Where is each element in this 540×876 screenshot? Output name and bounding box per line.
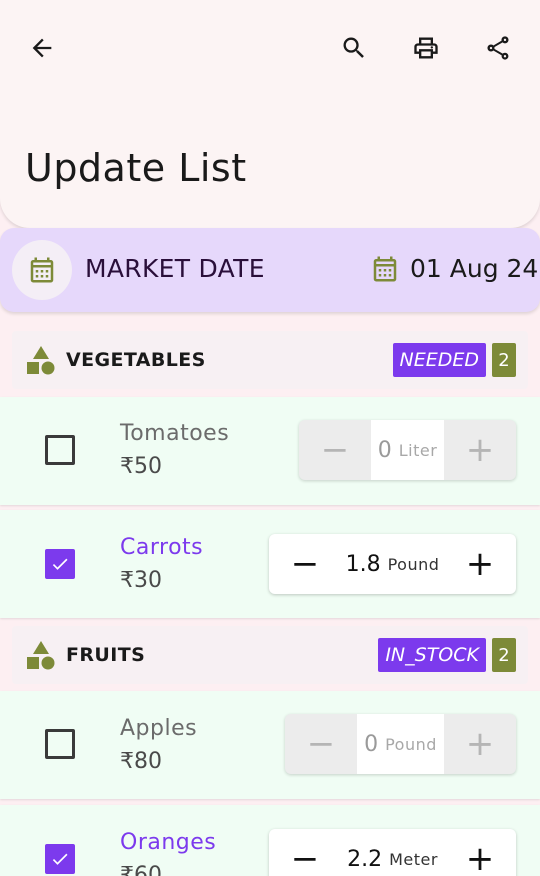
decrement-button[interactable]: − — [269, 534, 341, 594]
quantity-stepper: − 0 Pound + — [285, 714, 516, 774]
list-item-oranges[interactable]: Oranges ₹60 − 2.2 Meter + — [0, 805, 540, 876]
shapes-icon — [26, 640, 56, 674]
decrement-button[interactable]: − — [285, 714, 357, 774]
item-price: ₹60 — [120, 863, 162, 876]
item-count-badge: 2 — [492, 343, 516, 377]
item-price: ₹80 — [120, 749, 162, 774]
increment-button[interactable]: + — [444, 534, 516, 594]
search-icon[interactable] — [336, 30, 372, 66]
calendar-icon — [12, 240, 72, 300]
item-checkbox-checked[interactable] — [45, 549, 75, 579]
decrement-button[interactable]: − — [299, 420, 371, 480]
decrement-button[interactable]: − — [269, 829, 341, 876]
quantity-stepper: − 2.2 Meter + — [269, 829, 516, 876]
item-name: Oranges — [120, 830, 217, 855]
market-date-value[interactable]: 01 Aug 24 — [410, 254, 538, 283]
quantity-unit: Meter — [389, 849, 438, 869]
quantity-value: 0 — [377, 437, 392, 463]
status-badge[interactable]: NEEDED — [392, 343, 486, 377]
item-price: ₹50 — [120, 454, 162, 479]
quantity-value: 2.2 — [347, 846, 383, 872]
page-title: Update List — [25, 146, 247, 190]
market-date-bar[interactable]: MARKET DATE 01 Aug 24 — [0, 228, 540, 312]
list-item-apples[interactable]: Apples ₹80 − 0 Pound + — [0, 691, 540, 799]
item-checkbox[interactable] — [45, 435, 75, 465]
item-name: Carrots — [120, 535, 204, 560]
item-name: Apples — [120, 716, 198, 741]
quantity-unit: Pound — [385, 734, 437, 754]
quantity-value: 1.8 — [345, 551, 381, 577]
quantity-value: 0 — [364, 731, 379, 757]
list-item-carrots[interactable]: Carrots ₹30 − 1.8 Pound + — [0, 510, 540, 618]
item-price: ₹30 — [120, 568, 162, 593]
item-checkbox[interactable] — [45, 729, 75, 759]
shapes-icon — [26, 345, 56, 379]
quantity-stepper: − 0 Liter + — [299, 420, 516, 480]
item-name: Tomatoes — [120, 421, 230, 446]
item-count-badge: 2 — [492, 638, 516, 672]
increment-button[interactable]: + — [444, 420, 516, 480]
quantity-unit: Liter — [398, 440, 438, 460]
status-badge[interactable]: IN_STOCK — [378, 638, 486, 672]
category-header-vegetables[interactable]: VEGETABLES NEEDED 2 — [12, 331, 528, 389]
increment-button[interactable]: + — [444, 829, 516, 876]
back-arrow-icon[interactable] — [24, 30, 60, 66]
share-icon[interactable] — [480, 30, 516, 66]
app-bar: Update List — [0, 0, 540, 228]
item-checkbox-checked[interactable] — [45, 844, 75, 874]
date-calendar-icon — [370, 254, 400, 288]
list-item-tomatoes[interactable]: Tomatoes ₹50 − 0 Liter + — [0, 397, 540, 505]
increment-button[interactable]: + — [444, 714, 516, 774]
quantity-unit: Pound — [387, 554, 440, 574]
category-name: VEGETABLES — [66, 349, 206, 371]
category-header-fruits[interactable]: FRUITS IN_STOCK 2 — [12, 626, 528, 684]
market-date-label: MARKET DATE — [85, 254, 265, 283]
quantity-stepper: − 1.8 Pound + — [269, 534, 516, 594]
print-icon[interactable] — [408, 30, 444, 66]
category-name: FRUITS — [66, 644, 146, 666]
